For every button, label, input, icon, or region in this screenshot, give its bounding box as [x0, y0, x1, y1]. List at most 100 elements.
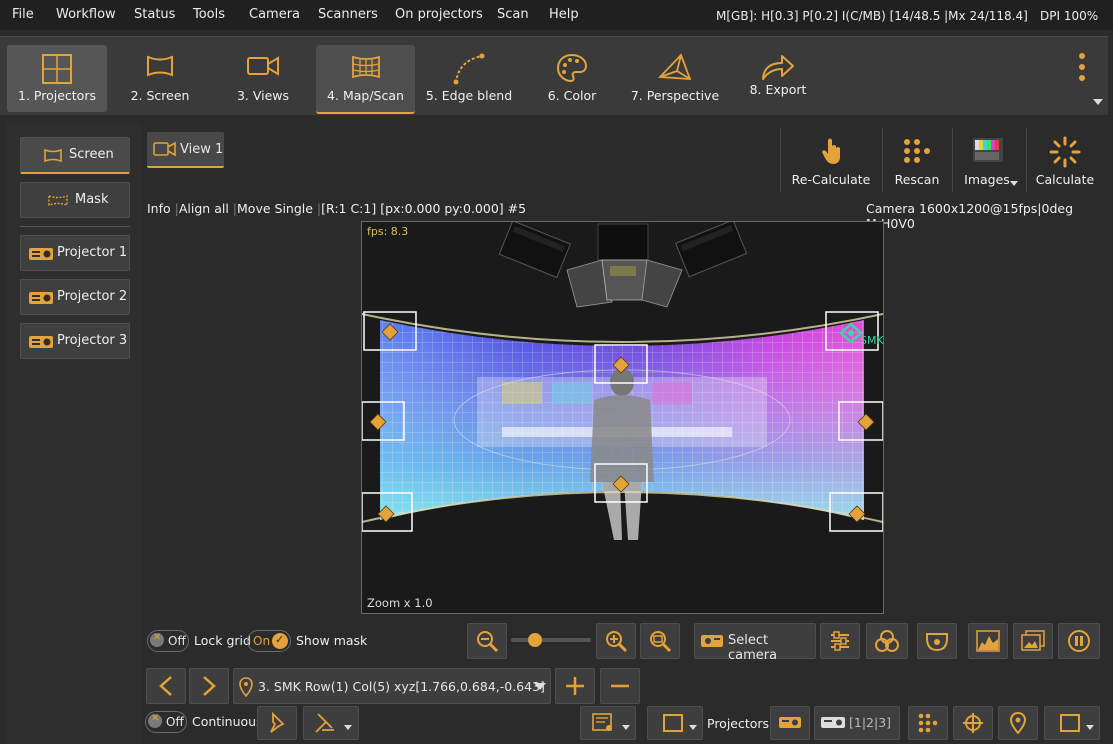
snapshot-button[interactable] [1013, 623, 1053, 659]
histogram-button[interactable] [968, 623, 1008, 659]
more-options-icon[interactable] [1072, 53, 1092, 87]
zoom-in-button[interactable] [596, 623, 636, 659]
rescan-button[interactable]: Rescan [884, 128, 950, 192]
continuous-toggle[interactable]: ✕ Off [145, 711, 187, 733]
toggle-state: Off [166, 715, 184, 729]
toolbar-dropdown-icon[interactable] [1093, 99, 1103, 105]
marker-select[interactable]: 3. SMK Row(1) Col(5) xyz[1.766,0.684,-0.… [233, 668, 551, 704]
zoom-slider-track[interactable] [511, 638, 591, 642]
chevron-down-icon [534, 683, 546, 690]
toggle-x: ✕ [151, 713, 160, 724]
calculate-button[interactable]: Calculate [1028, 128, 1102, 192]
scan-scene [362, 222, 883, 540]
minus-icon [611, 684, 629, 688]
dots-grid-icon [904, 139, 930, 163]
projector-3-button[interactable]: Projector 3 [20, 323, 130, 359]
video-camera-icon [247, 56, 279, 76]
crosshair-button[interactable] [953, 706, 993, 740]
marker-select-value: 3. SMK Row(1) Col(5) xyz[1.766,0.684,-0.… [258, 679, 545, 694]
select-camera-label: Select camera [728, 633, 778, 663]
move-single-link[interactable]: Move Single [237, 201, 313, 216]
camera-settings-button[interactable] [820, 623, 860, 659]
tab-edge-blend[interactable]: 5. Edge blend [418, 45, 520, 112]
toggle-state: Off [168, 634, 186, 648]
images-button[interactable]: Images [954, 128, 1024, 192]
tab-views[interactable]: 3. Views [213, 45, 313, 112]
location-pin-button[interactable] [998, 706, 1038, 740]
frame-dropdown-2[interactable] [1044, 706, 1100, 740]
next-marker-button[interactable] [189, 668, 229, 704]
select-camera-button[interactable]: Select camera [694, 623, 816, 663]
grid-tool-dropdown[interactable] [303, 706, 359, 740]
color-channels-button[interactable] [866, 623, 908, 659]
pin-tool-button[interactable] [257, 706, 297, 740]
perspective-pyramid-icon [658, 53, 692, 80]
dome-camera-button[interactable] [917, 623, 957, 659]
view-1-tab[interactable]: View 1 [147, 132, 224, 168]
tab-color[interactable]: 6. Color [523, 45, 621, 112]
show-mask-toggle[interactable]: On ✓ [247, 630, 291, 652]
projector-icon [29, 336, 53, 348]
pause-button[interactable] [1058, 623, 1100, 659]
view-options-dropdown[interactable] [580, 706, 636, 740]
align-all-link[interactable]: Align all [179, 201, 229, 216]
tab-export[interactable]: 8. Export [728, 45, 828, 112]
menu-on-projectors[interactable]: On projectors [395, 7, 483, 22]
tab-label: 5. Edge blend [425, 88, 513, 103]
mask-button[interactable]: Mask [20, 182, 130, 218]
projector-icon [779, 717, 801, 728]
projector-1-button[interactable]: Projector 1 [20, 235, 130, 271]
mask-icon [48, 195, 68, 206]
projector-ids: [1|2|3] [849, 715, 892, 730]
dpi-indicator[interactable]: DPI 100% [1040, 9, 1098, 23]
zoom-fit-button[interactable] [640, 623, 680, 659]
menu-status[interactable]: Status [134, 7, 175, 22]
plus-icon [566, 677, 584, 695]
projector-2-button[interactable]: Projector 2 [20, 279, 130, 315]
projector-toggle-button[interactable] [770, 706, 810, 740]
remove-marker-button[interactable] [600, 668, 640, 704]
previous-marker-button[interactable] [146, 668, 186, 704]
tab-screen[interactable]: 2. Screen [110, 45, 210, 112]
frame-dropdown[interactable] [647, 706, 703, 740]
checkmark: ✓ [275, 633, 285, 646]
camera-viewport[interactable]: fps: 8.3 SMK Zoom x 1.0 [361, 221, 884, 614]
zoom-slider-thumb[interactable] [528, 633, 542, 647]
tab-perspective[interactable]: 7. Perspective [624, 45, 726, 112]
tab-projectors[interactable]: 1. Projectors [7, 45, 107, 112]
menu-camera[interactable]: Camera [249, 7, 300, 22]
pin-tool-icon [270, 712, 285, 733]
menu-scan[interactable]: Scan [497, 7, 529, 22]
tab-map-scan[interactable]: 4. Map/Scan [316, 45, 415, 114]
mask-button-label: Mask [75, 192, 109, 207]
menu-scanners[interactable]: Scanners [318, 7, 378, 22]
recalculate-label: Re-Calculate [791, 172, 871, 187]
menu-workflow[interactable]: Workflow [56, 7, 116, 22]
square-frame-icon [663, 714, 683, 732]
histogram-icon [976, 630, 1000, 652]
recalculate-button[interactable]: Re-Calculate [782, 128, 880, 192]
export-arrow-icon [762, 55, 794, 80]
tab-label: 6. Color [547, 88, 597, 103]
projector-ids-button[interactable]: [1|2|3] [814, 706, 900, 740]
zoom-out-button[interactable] [467, 623, 507, 659]
toggle-x: ✕ [153, 632, 162, 643]
dots-grid-icon [918, 713, 938, 733]
add-marker-button[interactable] [555, 668, 595, 704]
lock-grid-toggle[interactable]: ✕ Off [147, 630, 189, 652]
grid-points-button[interactable] [908, 706, 948, 740]
sliders-icon [831, 631, 849, 651]
dropdown-arrow-icon [689, 725, 697, 730]
menu-tools[interactable]: Tools [193, 7, 225, 22]
menu-file[interactable]: File [12, 7, 34, 22]
projector-icon [29, 248, 53, 260]
menu-help[interactable]: Help [549, 7, 579, 22]
divider [20, 226, 130, 227]
screen-button[interactable]: Screen [20, 137, 130, 174]
pause-icon [1068, 630, 1090, 652]
projectors-grid-icon [42, 54, 72, 84]
divider [780, 128, 781, 192]
projector-icon [29, 292, 53, 304]
video-camera-icon [153, 141, 176, 157]
info-link[interactable]: Info [147, 201, 171, 216]
